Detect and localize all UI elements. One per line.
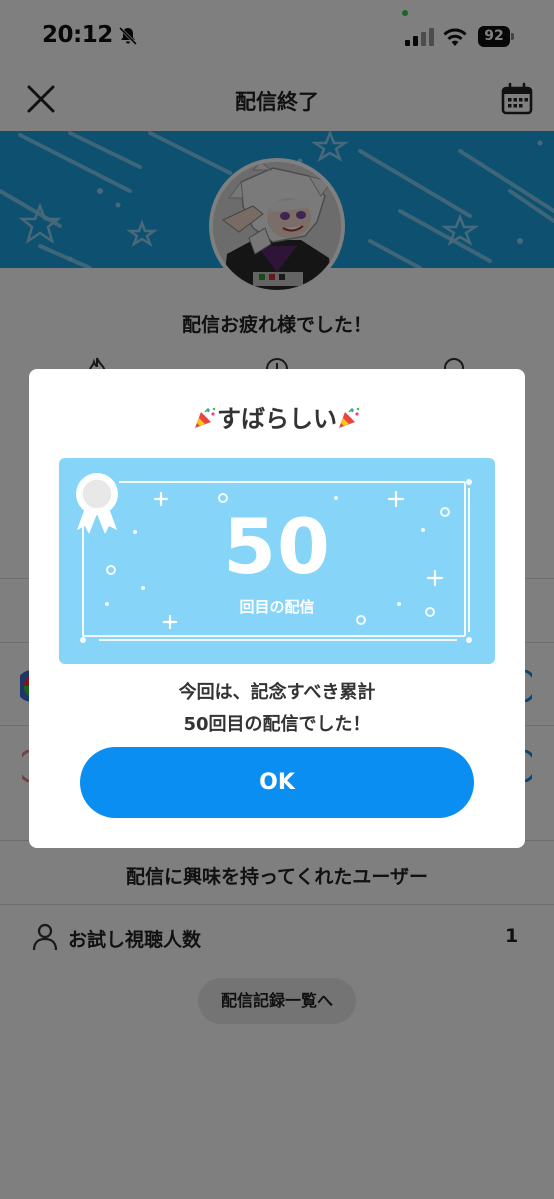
milestone-caption: 回目の配信	[239, 598, 315, 616]
milestone-card: 50 回目の配信	[59, 458, 495, 664]
modal-title: すばらしい	[217, 405, 337, 433]
ok-button[interactable]: OK	[80, 747, 474, 818]
milestone-modal: すばらしい 50 回目の配信 今回は、記念すべき累計 50回目の配信でした！ O…	[29, 369, 525, 848]
milestone-count: 50	[223, 502, 331, 591]
party-popper-icon	[339, 407, 360, 428]
party-popper-icon	[195, 407, 216, 428]
modal-title-row: すばらしい	[29, 399, 525, 434]
milestone-message-line1: 今回は、記念すべき累計	[178, 682, 376, 703]
milestone-message-line2: 50回目の配信でした！	[183, 714, 371, 735]
milestone-message: 今回は、記念すべき累計 50回目の配信でした！	[29, 677, 525, 741]
